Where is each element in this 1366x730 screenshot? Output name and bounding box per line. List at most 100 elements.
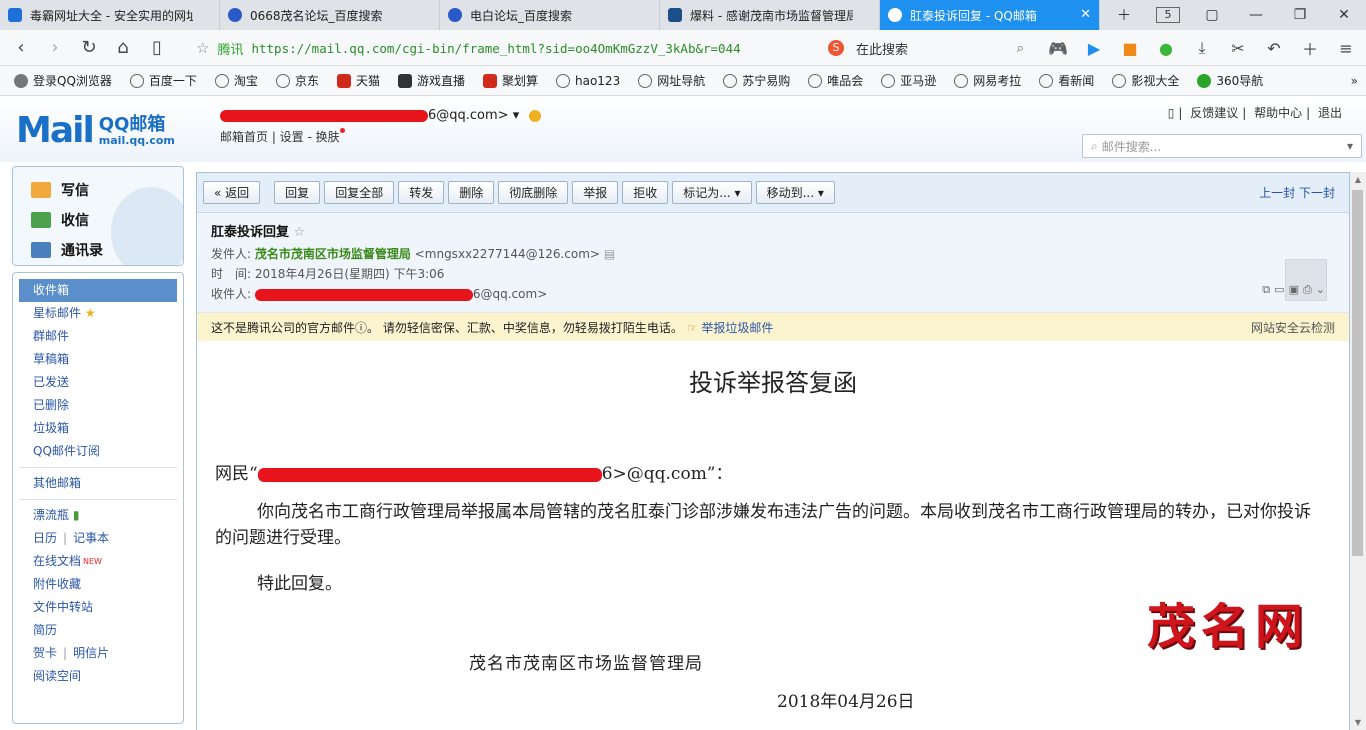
star-icon[interactable]: ☆ xyxy=(196,39,209,57)
tab-4-active[interactable]: 肛泰投诉回复 - QQ邮箱 ✕ xyxy=(880,0,1100,30)
security-check-link[interactable]: 网站安全云检测 xyxy=(1251,319,1335,336)
mark-as-dropdown[interactable]: 标记为... ▾ xyxy=(672,181,752,204)
app-drift-bottle[interactable]: 漂流瓶 ▮ xyxy=(19,504,177,527)
refresh-icon[interactable]: ↻ xyxy=(72,37,106,58)
minimize-icon[interactable]: — xyxy=(1234,7,1278,23)
bookmark-item[interactable]: 登录QQ浏览器 xyxy=(14,72,112,89)
bookmark-item[interactable]: 淘宝 xyxy=(214,72,258,89)
compose-button[interactable]: 写信 xyxy=(31,175,183,205)
folder-inbox[interactable]: 收件箱 xyxy=(19,279,177,302)
sender-name[interactable]: 茂名市茂南区市场监督管理局 xyxy=(255,247,411,261)
address-bar[interactable]: ☆ 腾讯 https://mail.qq.com/cgi-bin/frame_h… xyxy=(196,35,816,61)
qqmail-logo[interactable]: Mail QQ邮箱 mail.qq.com xyxy=(16,110,175,151)
game-icon[interactable]: 🎮 xyxy=(1040,39,1076,58)
menu-icon[interactable]: ≡ xyxy=(1328,39,1364,58)
folder-spam[interactable]: 垃圾箱 xyxy=(19,417,177,440)
app-attachments[interactable]: 附件收藏 xyxy=(19,573,177,596)
scissors-icon[interactable]: ✂ xyxy=(1220,39,1256,58)
user-links[interactable]: 邮箱首页 | 设置 - 换肤 xyxy=(220,128,345,145)
vertical-scrollbar[interactable]: ▲ ▼ xyxy=(1350,172,1366,730)
app-reading-space[interactable]: 阅读空间 xyxy=(19,665,177,688)
bookmark-item[interactable]: 游戏直播 xyxy=(397,72,465,89)
move-to-dropdown[interactable]: 移动到... ▾ xyxy=(755,181,835,204)
new-tab-icon[interactable]: ＋ xyxy=(1102,5,1146,25)
more-bookmarks-icon[interactable]: » xyxy=(1351,74,1358,88)
bookmark-item[interactable]: 唯品会 xyxy=(808,72,863,89)
app-online-docs[interactable]: 在线文档 NEW xyxy=(19,550,177,573)
phone-icon[interactable]: ▯ xyxy=(1168,106,1175,120)
bookmark-item[interactable]: 影视大全 xyxy=(1112,72,1179,89)
report-button[interactable]: 举报 xyxy=(572,181,619,204)
reader-icon[interactable]: ▯ xyxy=(140,37,174,58)
tab-1[interactable]: 0668茂名论坛_百度搜索 xyxy=(220,0,440,30)
app-postcard[interactable]: 明信片 xyxy=(73,646,109,660)
scroll-up-icon[interactable]: ▲ xyxy=(1350,175,1366,184)
app-file-transfer[interactable]: 文件中转站 xyxy=(19,596,177,619)
tab-3[interactable]: 爆料 - 感谢茂南市场监督管理局5 xyxy=(660,0,880,30)
star-icon[interactable]: ☆ xyxy=(294,225,306,240)
next-mail-link[interactable]: 下一封 xyxy=(1299,186,1335,200)
live-icon[interactable]: ■ xyxy=(1112,39,1148,58)
close-tab-icon[interactable]: ✕ xyxy=(1080,7,1091,22)
logout-link[interactable]: 退出 xyxy=(1318,106,1342,120)
chevron-down-icon[interactable]: ⌄ xyxy=(1316,283,1329,296)
tab-2[interactable]: 电白论坛_百度搜索 xyxy=(440,0,660,30)
bookmark-item[interactable]: 360导航 xyxy=(1197,72,1263,89)
prev-mail-link[interactable]: 上一封 xyxy=(1259,186,1295,200)
bookmark-item[interactable]: 看新闻 xyxy=(1039,72,1094,89)
receive-button[interactable]: 收信 xyxy=(31,205,183,235)
delete-permanently-button[interactable]: 彻底删除 xyxy=(498,181,569,204)
download-icon[interactable]: ⤓ xyxy=(1184,38,1220,58)
folder-deleted[interactable]: 已删除 xyxy=(19,394,177,417)
video-icon[interactable]: ▶ xyxy=(1076,39,1112,58)
bookmark-item[interactable]: hao123 xyxy=(556,73,620,88)
bookmark-item[interactable]: 聚划算 xyxy=(482,72,538,89)
bookmark-item[interactable]: 苏宁易购 xyxy=(723,72,790,89)
reply-button[interactable]: 回复 xyxy=(274,181,321,204)
help-link[interactable]: 帮助中心 xyxy=(1254,106,1302,120)
mail-search-input[interactable]: ⌕ 邮件搜索... ▾ xyxy=(1082,134,1362,158)
scrollbar-thumb[interactable] xyxy=(1352,190,1363,556)
feedback-link[interactable]: 反馈建议 xyxy=(1190,106,1238,120)
print-icon[interactable]: ⎙ xyxy=(1303,283,1316,296)
app-notes[interactable]: 记事本 xyxy=(73,531,109,545)
save-icon[interactable]: ▣ xyxy=(1289,283,1303,296)
report-spam-link[interactable]: ☞ 举报垃圾邮件 xyxy=(687,319,774,336)
folder-group[interactable]: 群邮件 xyxy=(19,325,177,348)
restore-icon[interactable]: ❐ xyxy=(1278,7,1322,23)
forward-button[interactable]: 转发 xyxy=(398,181,445,204)
bookmark-item[interactable]: 网址导航 xyxy=(638,72,705,89)
scroll-down-icon[interactable]: ▼ xyxy=(1350,718,1366,727)
back-button[interactable]: « 返回 xyxy=(203,181,261,204)
undo-icon[interactable]: ↶ xyxy=(1256,39,1292,58)
close-window-icon[interactable]: ✕ xyxy=(1322,7,1366,23)
sogou-icon[interactable]: S xyxy=(828,40,844,56)
skin-icon[interactable]: ▢ xyxy=(1190,7,1234,23)
browser-search[interactable]: S 在此搜索 ⌕ xyxy=(828,35,1024,61)
user-address[interactable]: 6@qq.com> ▾ xyxy=(220,108,542,123)
folder-drafts[interactable]: 草稿箱 xyxy=(19,348,177,371)
folder-starred[interactable]: 星标邮件 ★ xyxy=(19,302,177,325)
plus-icon[interactable]: ＋ xyxy=(1292,36,1328,60)
forward-icon[interactable]: › xyxy=(38,37,72,58)
tab-count-badge[interactable]: 5 xyxy=(1156,7,1180,23)
bookmark-item[interactable]: 百度一下 xyxy=(129,72,197,89)
search-icon[interactable]: ⌕ xyxy=(1017,41,1024,56)
bookmark-item[interactable]: 亚马逊 xyxy=(881,72,936,89)
bookmark-item[interactable]: 京东 xyxy=(275,72,319,89)
user-links-text[interactable]: 邮箱首页 | 设置 - 换肤 xyxy=(220,130,340,144)
app-greeting-card[interactable]: 贺卡 xyxy=(33,646,57,660)
folder-sent[interactable]: 已发送 xyxy=(19,371,177,394)
app-resume[interactable]: 简历 xyxy=(19,619,177,642)
app-calendar[interactable]: 日历 xyxy=(33,531,57,545)
reject-button[interactable]: 拒收 xyxy=(622,181,669,204)
folder-subscriptions[interactable]: QQ邮件订阅 xyxy=(19,440,177,463)
bookmark-item[interactable]: 天猫 xyxy=(336,72,380,89)
tab-0[interactable]: 毒霸网址大全 - 安全实用的网址导 xyxy=(0,0,220,30)
delete-button[interactable]: 删除 xyxy=(448,181,495,204)
chevron-down-icon[interactable]: ▾ xyxy=(1347,139,1353,153)
contact-card-icon[interactable]: ▤ xyxy=(604,247,615,261)
home-icon[interactable]: ⌂ xyxy=(106,37,140,58)
popout-icon[interactable]: ⧉ xyxy=(1262,283,1274,296)
contacts-button[interactable]: 通讯录 xyxy=(31,235,183,265)
